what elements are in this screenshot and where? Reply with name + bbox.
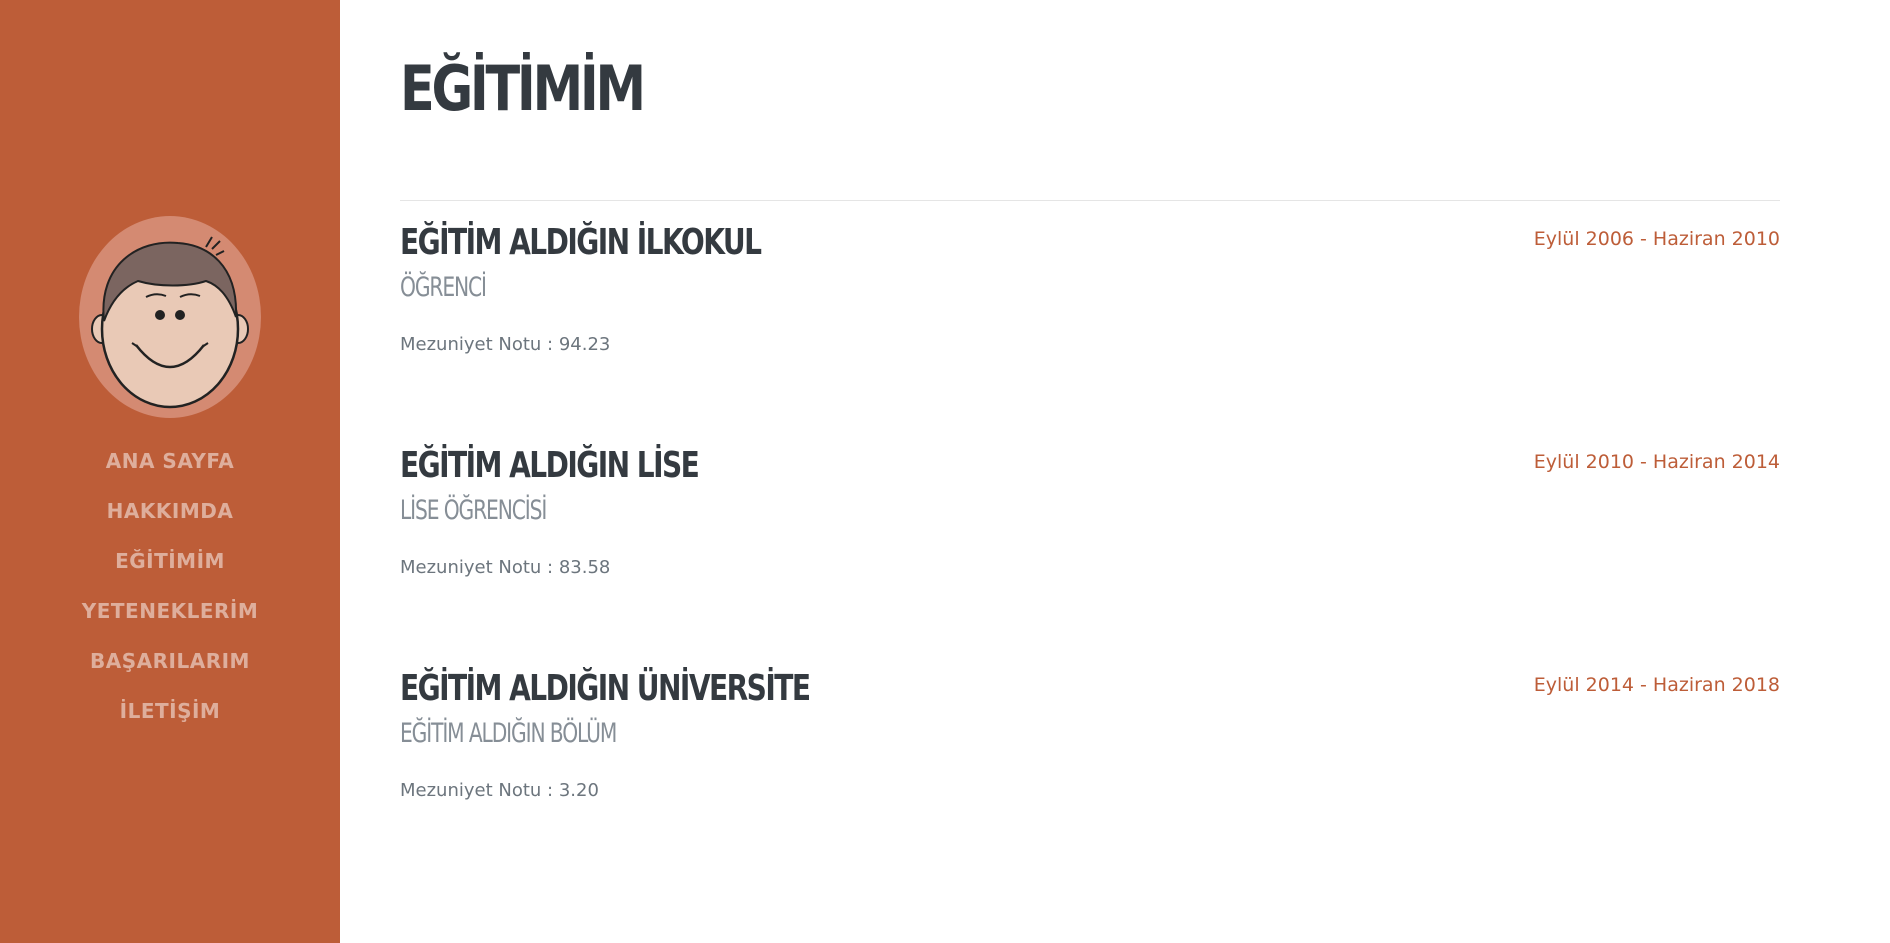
entry-school: EĞİTİM ALDIĞIN ÜNİVERSİTE [400,668,811,709]
entry-date: Eylül 2010 - Haziran 2014 [1533,451,1780,473]
entry-school: EĞİTİM ALDIĞIN İLKOKUL [400,222,762,263]
entry-role: ÖĞRENCİ [400,272,487,303]
cartoon-face-icon [91,236,249,409]
nav-link-about[interactable]: HAKKIMDA [107,494,234,528]
sidebar-nav: ANA SAYFA HAKKIMDA EĞİTİMİM YETENEKLERİM… [0,444,340,744]
nav-link-achievements[interactable]: BAŞARILARIM [90,644,250,678]
nav-link-skills[interactable]: YETENEKLERİM [82,594,259,628]
entry-role: EĞİTİM ALDIĞIN BÖLÜM [400,718,617,749]
entry-grade: Mezuniyet Notu : 83.58 [400,557,611,578]
entry-role: LİSE ÖĞRENCİSİ [400,495,547,526]
education-entry-university: EĞİTİM ALDIĞIN ÜNİVERSİTE EĞİTİM ALDIĞIN… [400,668,1780,838]
education-entry-primary: EĞİTİM ALDIĞIN İLKOKUL ÖĞRENCİ Mezuniyet… [400,222,1780,392]
entry-grade: Mezuniyet Notu : 94.23 [400,334,611,355]
education-entry-highschool: EĞİTİM ALDIĞIN LİSE LİSE ÖĞRENCİSİ Mezun… [400,445,1780,615]
sidebar: ANA SAYFA HAKKIMDA EĞİTİMİM YETENEKLERİM… [0,0,340,943]
nav-item-contact: İLETİŞİM [0,694,340,744]
nav-link-education[interactable]: EĞİTİMİM [115,544,225,578]
nav-link-home[interactable]: ANA SAYFA [106,444,234,478]
entry-date: Eylül 2014 - Haziran 2018 [1533,674,1780,696]
section-divider [400,200,1780,201]
nav-item-skills: YETENEKLERİM [0,594,340,644]
nav-item-achievements: BAŞARILARIM [0,644,340,694]
nav-link-contact[interactable]: İLETİŞİM [120,694,221,728]
entry-grade: Mezuniyet Notu : 3.20 [400,780,599,801]
avatar[interactable] [79,216,261,418]
nav-item-education: EĞİTİMİM [0,544,340,594]
entry-date: Eylül 2006 - Haziran 2010 [1533,228,1780,250]
nav-item-about: HAKKIMDA [0,494,340,544]
page-title: EĞİTİMİM [400,52,646,125]
entry-school: EĞİTİM ALDIĞIN LİSE [400,445,700,486]
nav-item-home: ANA SAYFA [0,444,340,494]
